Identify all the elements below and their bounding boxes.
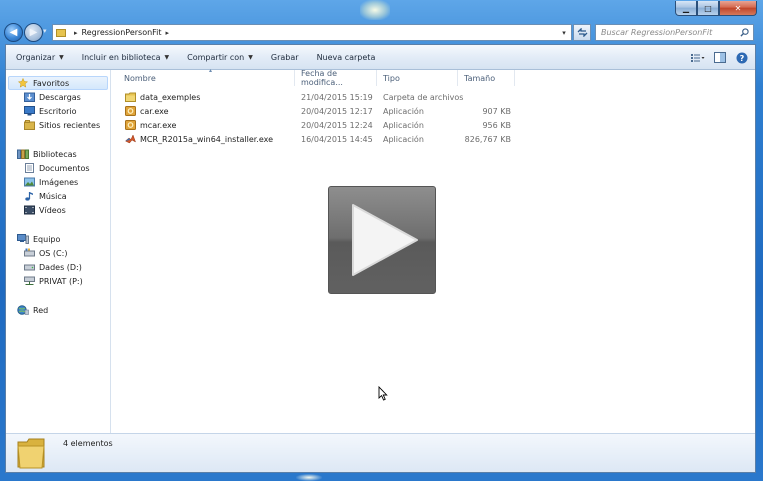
breadcrumb-separator[interactable]: ▸ xyxy=(166,29,170,37)
organize-button[interactable]: Organizar ▼ xyxy=(6,45,73,70)
sort-ascending-icon: ▴ xyxy=(209,67,213,74)
forward-button[interactable]: ▶ xyxy=(24,23,43,42)
breadcrumb-separator[interactable]: ▸ xyxy=(74,29,78,37)
mouse-cursor-icon xyxy=(378,386,388,401)
chevron-down-icon: ▼ xyxy=(248,53,253,61)
file-type: Carpeta de archivos xyxy=(383,92,464,102)
command-bar: Organizar ▼ Incluir en biblioteca ▼ Compar… xyxy=(6,45,755,70)
nav-item-pictures[interactable]: Imágenes xyxy=(24,175,78,189)
view-options-icon[interactable] xyxy=(691,52,705,64)
chevron-down-icon: ▼ xyxy=(164,53,170,61)
nav-item-drive-d[interactable]: Dades (D:) xyxy=(24,260,82,274)
file-name: data_exemples xyxy=(140,92,201,102)
desktop-icon xyxy=(24,106,35,116)
search-input[interactable]: Buscar RegressionPersonFit xyxy=(595,24,754,41)
back-button[interactable]: ◀ xyxy=(4,23,23,42)
burn-button[interactable]: Grabar xyxy=(262,45,308,70)
taskbar-glow xyxy=(360,0,390,20)
search-placeholder: Buscar RegressionPersonFit xyxy=(601,28,713,37)
video-play-button[interactable] xyxy=(328,186,436,294)
network-icon xyxy=(17,305,29,315)
refresh-button[interactable] xyxy=(573,24,591,41)
nav-item-downloads[interactable]: Descargas xyxy=(24,90,81,104)
nav-item-desktop[interactable]: Escritorio xyxy=(24,104,77,118)
play-icon xyxy=(352,204,418,276)
file-size: 907 KB xyxy=(482,106,511,116)
address-dropdown-icon[interactable]: ▾ xyxy=(559,25,569,40)
folder-icon xyxy=(17,438,45,469)
nav-item-documents[interactable]: Documentos xyxy=(24,161,90,175)
nav-favorites[interactable]: Favoritos xyxy=(17,76,69,90)
file-size: 956 KB xyxy=(482,120,511,130)
column-header-type[interactable]: Tipo xyxy=(377,70,458,86)
file-row[interactable]: data_exemples 21/04/2015 15:19 Carpeta d… xyxy=(112,90,512,104)
nav-network[interactable]: Red xyxy=(17,303,48,317)
nav-libraries[interactable]: Bibliotecas xyxy=(17,147,77,161)
file-type: Aplicación xyxy=(383,106,424,116)
search-icon[interactable] xyxy=(740,28,749,37)
file-date: 20/04/2015 12:24 xyxy=(301,120,373,130)
navigation-pane: Favoritos Descargas Escritorio Sitios re… xyxy=(6,70,111,433)
downloads-icon xyxy=(24,92,35,102)
nav-item-music[interactable]: Música xyxy=(24,189,67,203)
network-drive-icon xyxy=(24,276,35,285)
details-pane: 4 elementos xyxy=(6,433,755,472)
close-button[interactable]: ✕ xyxy=(719,1,757,16)
nav-item-recent-places[interactable]: Sitios recientes xyxy=(24,118,100,132)
share-with-button[interactable]: Compartir con ▼ xyxy=(178,45,262,70)
file-size: 826,767 KB xyxy=(464,134,511,144)
svg-text:?: ? xyxy=(740,54,745,63)
star-icon xyxy=(17,78,29,88)
address-bar[interactable]: ▸ RegressionPersonFit ▸ ▾ xyxy=(52,24,572,41)
file-date: 21/04/2015 15:19 xyxy=(301,92,373,102)
nav-computer[interactable]: Equipo xyxy=(17,232,60,246)
file-row[interactable]: car.exe 20/04/2015 12:17 Aplicación 907 … xyxy=(112,104,512,118)
file-name: mcar.exe xyxy=(140,120,177,130)
pictures-icon xyxy=(24,177,35,187)
nav-item-network-drive-p[interactable]: PRIVAT (P:) xyxy=(24,274,83,288)
libraries-icon xyxy=(17,149,29,159)
exe-gear-icon xyxy=(125,120,136,130)
matlab-icon xyxy=(125,134,136,144)
drive-icon xyxy=(24,248,35,257)
recent-pages-dropdown[interactable]: ▾ xyxy=(43,27,47,35)
column-header-name[interactable]: Nombre ▴ xyxy=(112,67,295,86)
file-type: Aplicación xyxy=(383,134,424,144)
computer-icon xyxy=(17,234,29,244)
include-in-library-button[interactable]: Incluir en biblioteca ▼ xyxy=(73,45,178,70)
chevron-down-icon: ▼ xyxy=(59,53,64,61)
videos-icon xyxy=(24,205,35,215)
file-name: car.exe xyxy=(140,106,169,116)
drive-icon xyxy=(24,264,35,271)
exe-gear-icon xyxy=(125,106,136,116)
file-type: Aplicación xyxy=(383,120,424,130)
file-row[interactable]: mcar.exe 20/04/2015 12:24 Aplicación 956… xyxy=(112,118,512,132)
file-date: 16/04/2015 14:45 xyxy=(301,134,373,144)
column-header-date[interactable]: Fecha de modifica... xyxy=(295,69,377,87)
taskbar-glow xyxy=(296,474,322,481)
preview-pane-icon[interactable] xyxy=(713,52,727,64)
file-name: MCR_R2015a_win64_installer.exe xyxy=(140,134,274,144)
music-icon xyxy=(25,192,33,201)
new-folder-button[interactable]: Nueva carpeta xyxy=(308,45,385,70)
file-row[interactable]: MCR_R2015a_win64_installer.exe 16/04/201… xyxy=(112,132,512,146)
minimize-button[interactable]: ▁ xyxy=(675,1,697,16)
folder-icon xyxy=(56,28,66,37)
documents-icon xyxy=(25,163,34,173)
file-size xyxy=(464,90,511,104)
column-header-size[interactable]: Tamaño xyxy=(458,70,515,86)
maximize-button[interactable]: □ xyxy=(697,1,719,16)
caption-buttons: ▁ □ ✕ xyxy=(675,1,757,16)
help-icon[interactable]: ? xyxy=(735,52,749,64)
file-date: 20/04/2015 12:17 xyxy=(301,106,373,116)
recent-places-icon xyxy=(24,120,35,130)
nav-item-videos[interactable]: Vídeos xyxy=(24,203,66,217)
refresh-icon xyxy=(577,28,587,37)
nav-item-drive-c[interactable]: OS (C:) xyxy=(24,246,67,260)
folder-icon xyxy=(125,92,136,102)
breadcrumb-segment[interactable]: RegressionPersonFit xyxy=(82,28,162,37)
item-count: 4 elementos xyxy=(63,439,113,448)
